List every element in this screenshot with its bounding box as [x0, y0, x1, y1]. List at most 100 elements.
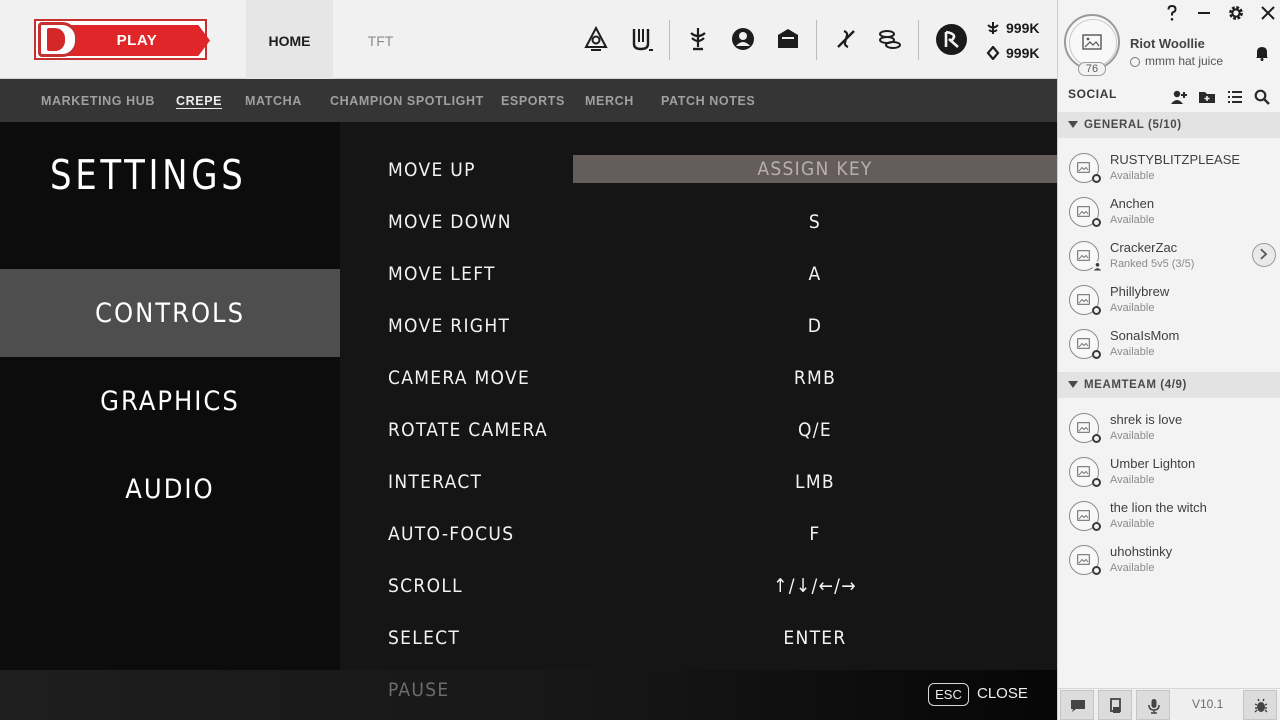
tab-tft[interactable]: TFT [337, 0, 424, 79]
subnav-marketing-hub[interactable]: MARKETING HUB [41, 79, 155, 122]
settings-icon[interactable] [1226, 3, 1246, 23]
esc-key-hint[interactable]: ESC [928, 683, 969, 706]
party-button[interactable] [1098, 690, 1132, 720]
bug-report-button[interactable] [1243, 690, 1277, 720]
presence-dot-icon [1092, 434, 1101, 443]
binding-label-move-left: MOVE LEFT [388, 263, 496, 285]
play-button-frame: PLAY [34, 19, 210, 60]
riot-points-balance: 999K [986, 44, 1039, 62]
store-icon[interactable] [774, 25, 802, 53]
binding-key-move-up[interactable]: ASSIGN KEY [573, 155, 1057, 183]
binding-key-interact[interactable]: LMB [573, 468, 1057, 496]
friend-item[interactable]: Umber Lighton Available [1058, 456, 1280, 500]
close-button[interactable]: CLOSE [977, 685, 1028, 702]
friend-status: Available [1110, 214, 1155, 226]
profile-status-message[interactable]: mmm hat juice [1145, 54, 1223, 68]
category-graphics[interactable]: GRAPHICS [0, 357, 340, 445]
friend-item[interactable]: Phillybrew Available [1058, 284, 1280, 328]
friend-item[interactable]: Anchen Available [1058, 196, 1280, 240]
subnav-merch[interactable]: MERCH [585, 79, 634, 122]
friend-status: Available [1110, 170, 1155, 182]
binding-label-rotate-camera: ROTATE CAMERA [388, 419, 549, 441]
close-icon[interactable] [1258, 3, 1278, 23]
friend-item[interactable]: RUSTYBLITZPLEASE Available [1058, 152, 1280, 196]
tab-home[interactable]: HOME [246, 0, 333, 79]
clash-icon[interactable] [582, 25, 610, 53]
binding-label-move-up: MOVE UP [388, 159, 476, 181]
binding-label-scroll: SCROLL [388, 575, 463, 597]
subnav-champion-spotlight[interactable]: CHAMPION SPOTLIGHT [330, 79, 484, 122]
subnav-crepe[interactable]: CREPE [176, 79, 222, 122]
binding-key-move-right[interactable]: D [573, 312, 1057, 340]
friend-status: Available [1110, 302, 1155, 314]
friend-item[interactable]: shrek is love Available [1058, 412, 1280, 456]
loot-icon[interactable] [684, 25, 712, 53]
minimize-icon[interactable] [1194, 3, 1214, 23]
binding-key-camera-move[interactable]: RMB [573, 364, 1057, 392]
subnav-esports[interactable]: ESPORTS [501, 79, 565, 122]
voice-button[interactable] [1136, 690, 1170, 720]
header-divider [918, 20, 919, 60]
collection-icon[interactable] [627, 25, 655, 53]
crafting-icon[interactable] [876, 25, 904, 53]
friend-name: shrek is love [1110, 412, 1183, 427]
profile-icon[interactable] [729, 25, 757, 53]
group-label: GENERAL (5/10) [1084, 119, 1182, 131]
presence-dot-icon [1092, 306, 1101, 315]
riot-points-value: 999K [1006, 45, 1040, 61]
binding-key-rotate-camera[interactable]: Q/E [573, 416, 1057, 444]
add-folder-icon[interactable] [1198, 88, 1216, 106]
binding-key-move-left[interactable]: A [573, 260, 1057, 288]
subnav-patch-notes[interactable]: PATCH NOTES [661, 79, 755, 122]
chat-icon [1071, 700, 1085, 712]
list-view-icon[interactable] [1226, 88, 1244, 106]
presence-dot-icon [1092, 218, 1101, 227]
settings-title: SETTINGS [50, 151, 247, 199]
binding-label-move-right: MOVE RIGHT [388, 315, 511, 337]
chat-button[interactable] [1060, 690, 1094, 720]
friend-group-general[interactable]: GENERAL (5/10) [1058, 112, 1280, 138]
friend-name: Umber Lighton [1110, 456, 1196, 471]
friend-status: Available [1110, 518, 1155, 530]
caret-down-icon [1068, 121, 1078, 128]
riot-points-icon [986, 46, 1000, 60]
friend-item[interactable]: the lion the witch Available [1058, 500, 1280, 544]
top-navigation-bar: PLAY HOME TFT 999K 999K [0, 0, 1057, 79]
binding-label-interact: INTERACT [388, 471, 483, 493]
header-divider [816, 20, 817, 60]
binding-key-select[interactable]: ENTER [573, 624, 1057, 652]
league-logo-icon [38, 22, 78, 57]
binding-key-scroll[interactable]: ↑/↓/←/→ [573, 572, 1057, 600]
subnav-matcha[interactable]: MATCHA [245, 79, 302, 122]
friend-item[interactable]: uhohstinky Available [1058, 544, 1280, 588]
social-heading: SOCIAL [1068, 87, 1117, 101]
add-friend-icon[interactable] [1170, 88, 1188, 106]
notification-bell-icon[interactable] [1255, 45, 1269, 61]
presence-dot-icon [1092, 522, 1101, 531]
version-label: V10.1 [1192, 697, 1224, 711]
search-icon[interactable] [1253, 88, 1271, 106]
friend-status: Available [1110, 474, 1155, 486]
help-icon[interactable] [1162, 3, 1182, 23]
play-button[interactable]: PLAY [64, 25, 210, 56]
chevron-right-icon[interactable] [1252, 243, 1276, 267]
image-placeholder-icon [1077, 466, 1090, 477]
presence-dot-icon [1092, 478, 1101, 487]
friend-item[interactable]: CrackerZac Ranked 5v5 (3/5) [1058, 240, 1280, 284]
friend-item[interactable]: SonaIsMom Available [1058, 328, 1280, 372]
category-controls[interactable]: CONTROLS [0, 269, 340, 357]
friend-group-meamteam[interactable]: MEAMTEAM (4/9) [1058, 372, 1280, 398]
binding-label-camera-move: CAMERA MOVE [388, 367, 531, 389]
group-label: MEAMTEAM (4/9) [1084, 379, 1187, 391]
microphone-icon [1148, 699, 1160, 714]
image-placeholder-icon [1077, 510, 1090, 521]
friend-status: Available [1110, 430, 1155, 442]
binding-key-move-down[interactable]: S [573, 208, 1057, 236]
presence-dot-icon [1092, 350, 1101, 359]
rp-coin-icon[interactable] [936, 24, 967, 55]
settings-footer [0, 670, 1057, 720]
caret-down-icon [1068, 381, 1078, 388]
category-audio[interactable]: AUDIO [0, 445, 340, 533]
binding-key-auto-focus[interactable]: F [573, 520, 1057, 548]
missions-icon[interactable] [832, 25, 860, 53]
